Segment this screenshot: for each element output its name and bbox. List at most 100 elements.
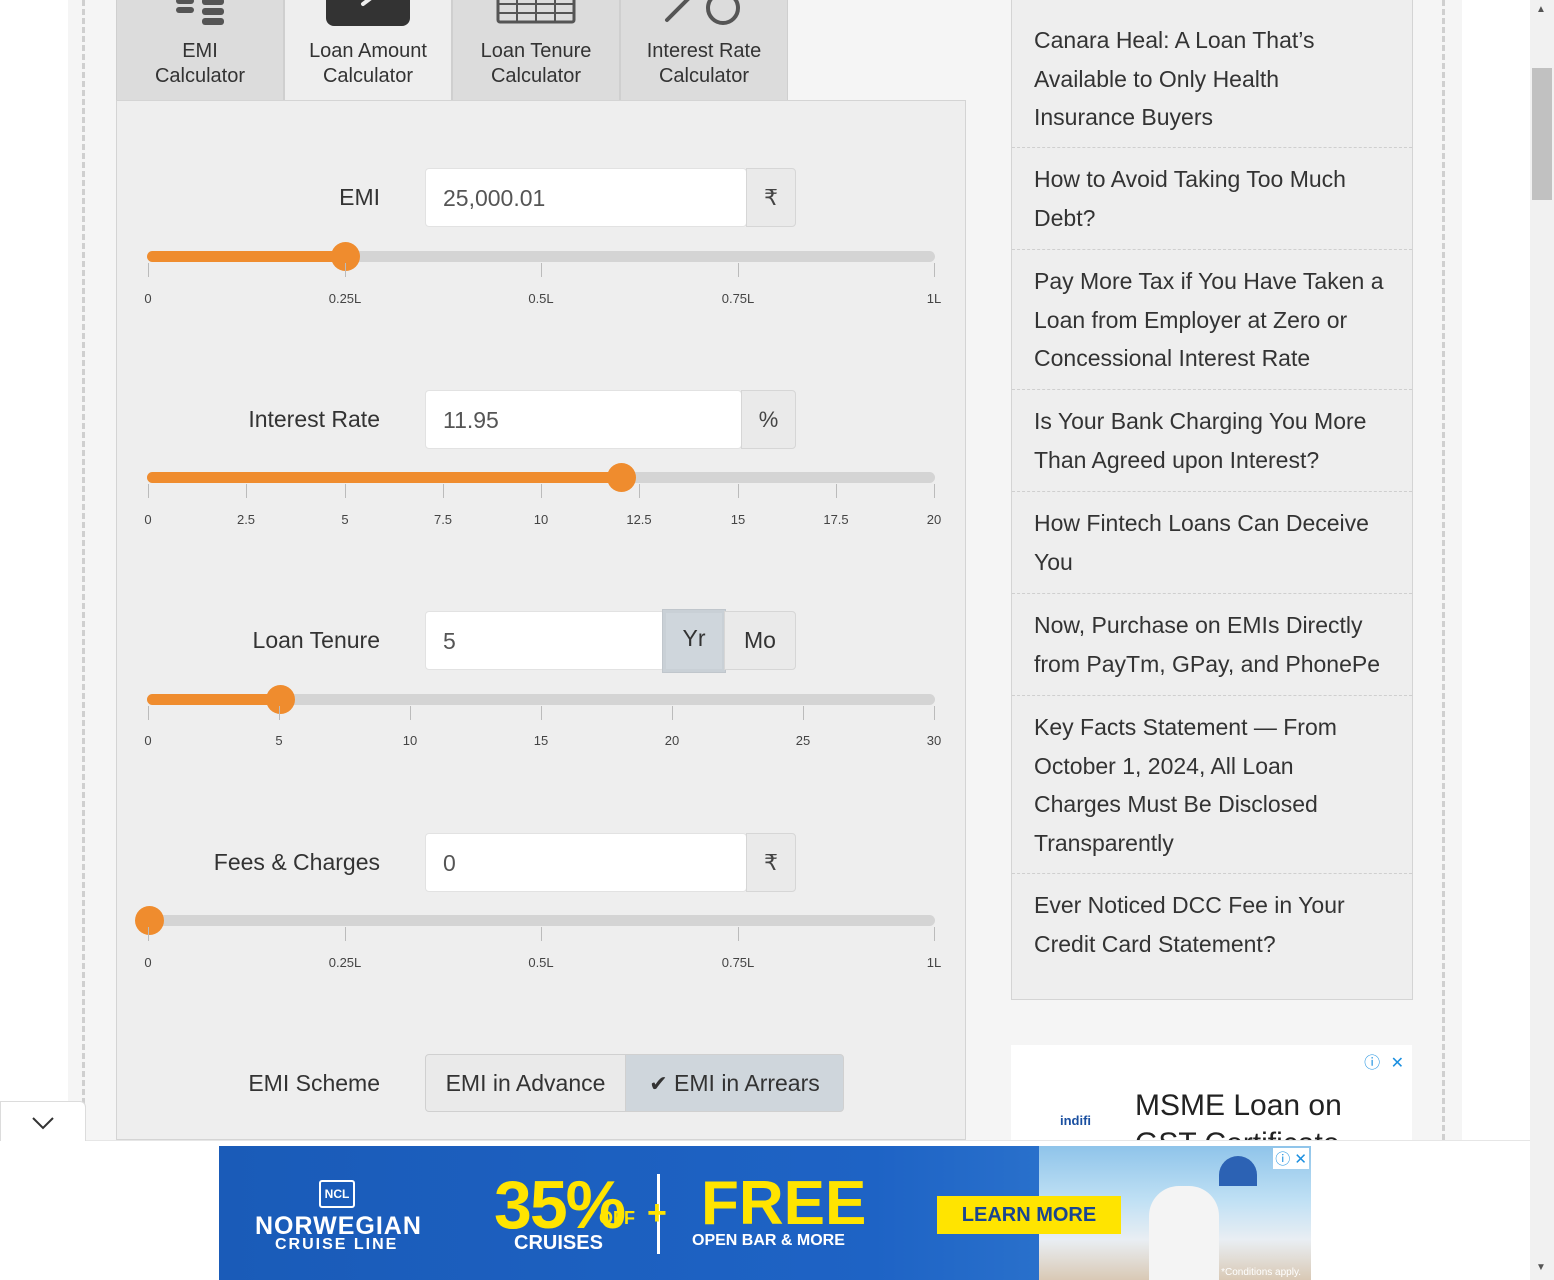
slider-handle[interactable]: [607, 463, 636, 492]
related-articles-sidebar: Canara Heal: A Loan That’s Available to O…: [1011, 0, 1413, 1000]
emi-in-arrears-button[interactable]: ✔ EMI in Arrears: [625, 1054, 844, 1112]
slider-tick: [279, 706, 280, 720]
slider-tick-label: 0.5L: [528, 291, 554, 306]
ad-brand-logo: indifi: [1060, 1113, 1092, 1128]
tab-interest-rate-calculator[interactable]: Interest Rate Calculator: [620, 0, 788, 101]
fees-charges-slider[interactable]: [135, 906, 935, 935]
sidebar-article-link[interactable]: How Fintech Loans Can Deceive You: [1012, 492, 1412, 594]
interest-rate-slider[interactable]: [147, 463, 935, 492]
slider-tick: [738, 484, 739, 498]
slider-tick: [443, 484, 444, 498]
ad-controls[interactable]: ⓘ ✕: [1364, 1049, 1404, 1073]
scroll-down-arrow-icon[interactable]: ▼: [1536, 1262, 1546, 1273]
sidebar-article-link[interactable]: Pay More Tax if You Have Taken a Loan fro…: [1012, 250, 1412, 390]
tab-label: Loan Tenure Calculator: [480, 40, 592, 87]
page-scrollbar[interactable]: ▲ ▼: [1530, 0, 1554, 1280]
ad-close-icon[interactable]: ✕: [1391, 1055, 1404, 1072]
scroll-up-arrow-icon[interactable]: ▲: [1536, 4, 1546, 15]
slider-tick: [934, 263, 935, 277]
free-label: FREE: [701, 1169, 867, 1238]
ad-headline-line2: GST Certificate: [1135, 1127, 1340, 1140]
calculator-icon: [326, 0, 410, 26]
slider-tick-label: 0.25L: [328, 955, 362, 970]
cruises-label: CRUISES: [514, 1232, 603, 1254]
tab-label: Interest Rate Calculator: [646, 40, 762, 87]
slider-tick-label: 1L: [926, 291, 942, 306]
slider-tick: [934, 484, 935, 498]
slider-tick-label: 25: [795, 733, 811, 748]
slider-tick-label: 0: [144, 955, 152, 970]
loan-tenure-label: Loan Tenure: [252, 627, 380, 653]
discount-off-label: OFF: [599, 1208, 635, 1228]
slider-tick-label: 0: [144, 512, 152, 527]
slider-tick-label: 5: [341, 512, 349, 527]
percent-icon: [665, 0, 740, 25]
building-shape: [1149, 1186, 1219, 1280]
slider-tick: [541, 927, 542, 941]
dashed-border-right: [1442, 0, 1445, 1140]
slider-tick-label: 10: [533, 512, 549, 527]
slider-handle[interactable]: [135, 906, 164, 935]
sidebar-article-link[interactable]: How to Avoid Taking Too Much Debt?: [1012, 148, 1412, 250]
chevron-down-icon: [32, 1117, 54, 1130]
slider-tick-label: 0.75L: [721, 291, 755, 306]
emi-label: EMI: [339, 184, 380, 210]
checkmark-icon: ✔: [649, 1071, 668, 1096]
tab-loan-tenure-calculator[interactable]: Loan Tenure Calculator: [452, 0, 620, 101]
sidebar-article-link[interactable]: Canara Heal: A Loan That’s Available to O…: [1012, 21, 1412, 148]
sidebar-advertisement[interactable]: ⓘ ✕ indifi MSME Loan on GST Certificate: [1011, 1045, 1412, 1140]
tenure-years-toggle[interactable]: Yr: [662, 609, 726, 673]
learn-more-button[interactable]: LEARN MORE: [937, 1196, 1121, 1234]
tab-loan-amount-calculator[interactable]: Loan Amount Calculator: [284, 0, 452, 101]
slider-tick-label: 2.5: [236, 512, 256, 527]
slider-tick-label: 12.5: [626, 512, 652, 527]
fees-charges-input[interactable]: 0: [425, 833, 747, 892]
ad-info-icon[interactable]: ⓘ: [1364, 1055, 1380, 1072]
slider-tick: [541, 706, 542, 720]
tenure-months-toggle[interactable]: Mo: [724, 611, 796, 670]
rupee-unit-addon: ₹: [746, 168, 796, 227]
slider-tick: [639, 484, 640, 498]
slider-tick: [345, 484, 346, 498]
slider-tick: [934, 927, 935, 941]
slider-tick-label: 0.75L: [721, 955, 755, 970]
emi-scheme-label: EMI Scheme: [248, 1070, 380, 1096]
norwegian-cruise-banner-ad[interactable]: NCL NORWEGIAN CRUISE LINE 35% OFF CRUISE…: [219, 1146, 1311, 1280]
coins-icon: [176, 0, 224, 25]
emi-slider[interactable]: [147, 242, 935, 271]
loan-tenure-slider[interactable]: [147, 685, 935, 714]
tab-emi-calculator[interactable]: EMI Calculator: [116, 0, 284, 101]
slider-tick-label: 20: [926, 512, 942, 527]
rupee-unit-addon: ₹: [746, 833, 796, 892]
slider-tick-label: 0: [144, 291, 152, 306]
ad-collapse-button[interactable]: [0, 1101, 86, 1141]
loan-tenure-input[interactable]: 5: [425, 611, 665, 670]
slider-tick-label: 0.5L: [528, 955, 554, 970]
slider-tick: [836, 484, 837, 498]
sidebar-article-link[interactable]: Now, Purchase on EMIs Directly from PayTm…: [1012, 594, 1412, 696]
tab-label: EMI Calculator: [154, 40, 246, 87]
interest-rate-input[interactable]: 11.95: [425, 390, 742, 449]
emi-in-advance-button[interactable]: EMI in Advance: [425, 1054, 626, 1112]
banner-ad-controls[interactable]: ⓘ ✕: [1273, 1148, 1309, 1169]
sidebar-article-link[interactable]: Is Your Bank Charging You More Than Agree…: [1012, 390, 1412, 492]
scrollbar-thumb[interactable]: [1532, 68, 1552, 200]
slider-tick-label: 30: [926, 733, 942, 748]
slider-tick: [345, 263, 346, 277]
slider-tick-label: 0.25L: [328, 291, 362, 306]
sidebar-article-link[interactable]: Ever Noticed DCC Fee in Your Credit Card …: [1012, 874, 1412, 976]
ncl-logo: NCL: [319, 1180, 355, 1208]
slider-fill: [147, 694, 280, 705]
slider-fill: [147, 472, 621, 483]
slider-tick: [246, 484, 247, 498]
ad-headline: MSME Loan on: [1135, 1089, 1342, 1122]
slider-tick: [148, 706, 149, 720]
slider-handle[interactable]: [266, 685, 295, 714]
emi-input[interactable]: 25,000.01: [425, 168, 747, 227]
slider-tick: [934, 706, 935, 720]
fees-charges-label: Fees & Charges: [213, 849, 380, 875]
slider-tick-label: 7.5: [433, 512, 453, 527]
interest-rate-label: Interest Rate: [248, 406, 380, 432]
conditions-note: *Conditions apply.: [1221, 1267, 1301, 1278]
sidebar-article-link[interactable]: Key Facts Statement — From October 1, 202…: [1012, 696, 1412, 874]
